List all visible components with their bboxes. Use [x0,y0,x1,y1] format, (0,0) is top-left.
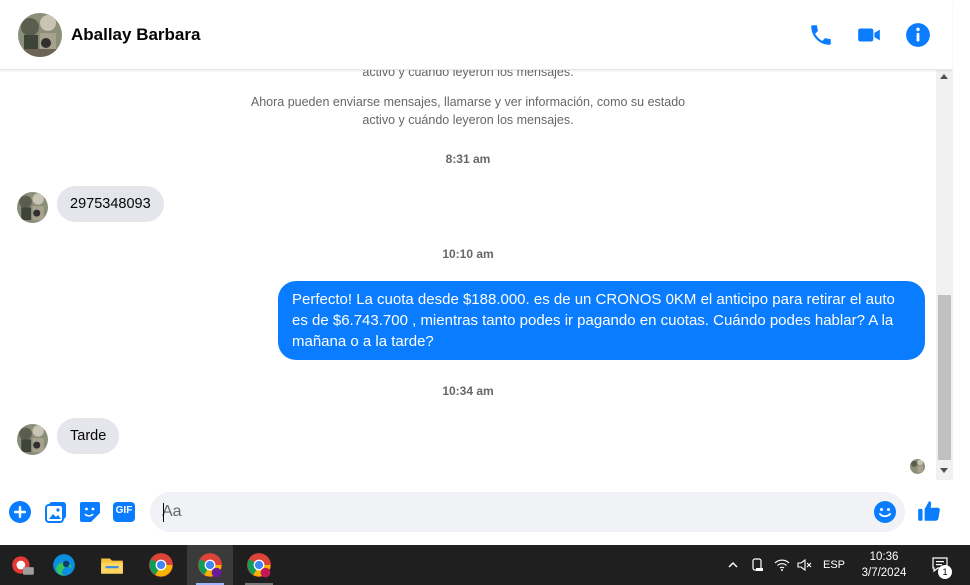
timestamp: 10:10 am [442,247,494,261]
volume-muted-icon[interactable] [794,545,814,585]
file-explorer-icon[interactable] [89,545,135,585]
message-bubble-outgoing[interactable]: Perfecto! La cuota desde $188.000. es de… [278,281,925,360]
contact-avatar-small[interactable] [17,192,48,223]
seen-avatar-icon [910,459,925,474]
message-input[interactable] [162,492,862,532]
sticker-icon[interactable] [78,500,102,524]
gif-label: GIF [115,505,133,516]
message-list[interactable]: activo y cuándo leyeron los mensajes. Ah… [0,70,936,480]
text-caret [163,503,164,522]
system-message-partial: activo y cuándo leyeron los mensajes. [362,70,574,79]
scroll-thumb[interactable] [938,295,951,460]
timestamp: 10:34 am [442,384,494,398]
scroll-down-icon[interactable] [940,468,948,473]
timestamp: 8:31 am [445,152,491,166]
notification-count: 1 [938,565,952,579]
chrome-icon[interactable] [138,545,184,585]
wifi-icon[interactable] [772,545,792,585]
scroll-up-icon[interactable] [940,74,948,79]
language-indicator[interactable]: ESP [820,545,848,585]
video-icon[interactable] [856,22,882,48]
windows-taskbar: ESP 10:36 3/7/2024 1 [0,545,970,585]
contact-avatar[interactable] [18,13,62,57]
gif-icon[interactable]: GIF [112,500,136,524]
message-input-box[interactable] [150,492,905,532]
emoji-icon[interactable] [873,500,897,524]
notification-icon[interactable]: 1 [925,545,955,585]
chrome-profile-icon[interactable] [187,545,233,585]
system-clock[interactable]: 10:36 3/7/2024 [852,549,916,581]
chat-header: Aballay Barbara [0,0,952,70]
chrome-profile-2-icon[interactable] [236,545,282,585]
info-icon[interactable] [905,22,931,48]
scrollbar[interactable] [936,70,953,480]
message-bubble-incoming[interactable]: 2975348093 [57,186,164,222]
contact-avatar-small[interactable] [17,424,48,455]
phone-icon[interactable] [808,22,834,48]
system-message-line: activo y cuándo leyeron los mensajes. [362,113,574,127]
contact-name[interactable]: Aballay Barbara [71,25,200,45]
chevron-up-icon[interactable] [724,545,742,585]
photo-icon[interactable] [44,500,68,524]
system-message: Ahora pueden enviarse mensajes, llamarse… [0,93,936,129]
app-icon[interactable] [0,545,46,585]
plus-icon[interactable] [8,500,32,524]
like-icon[interactable] [916,498,942,524]
messenger-window: Aballay Barbara activo y cuándo leyeron … [0,0,970,545]
composer: GIF [0,480,970,545]
edge-icon[interactable] [41,545,87,585]
system-message-line: Ahora pueden enviarse mensajes, llamarse… [250,95,686,109]
clock-time: 10:36 [869,551,899,563]
clock-date: 3/7/2024 [861,567,907,579]
message-bubble-incoming[interactable]: Tarde [57,418,120,454]
meet-now-icon[interactable] [748,545,768,585]
